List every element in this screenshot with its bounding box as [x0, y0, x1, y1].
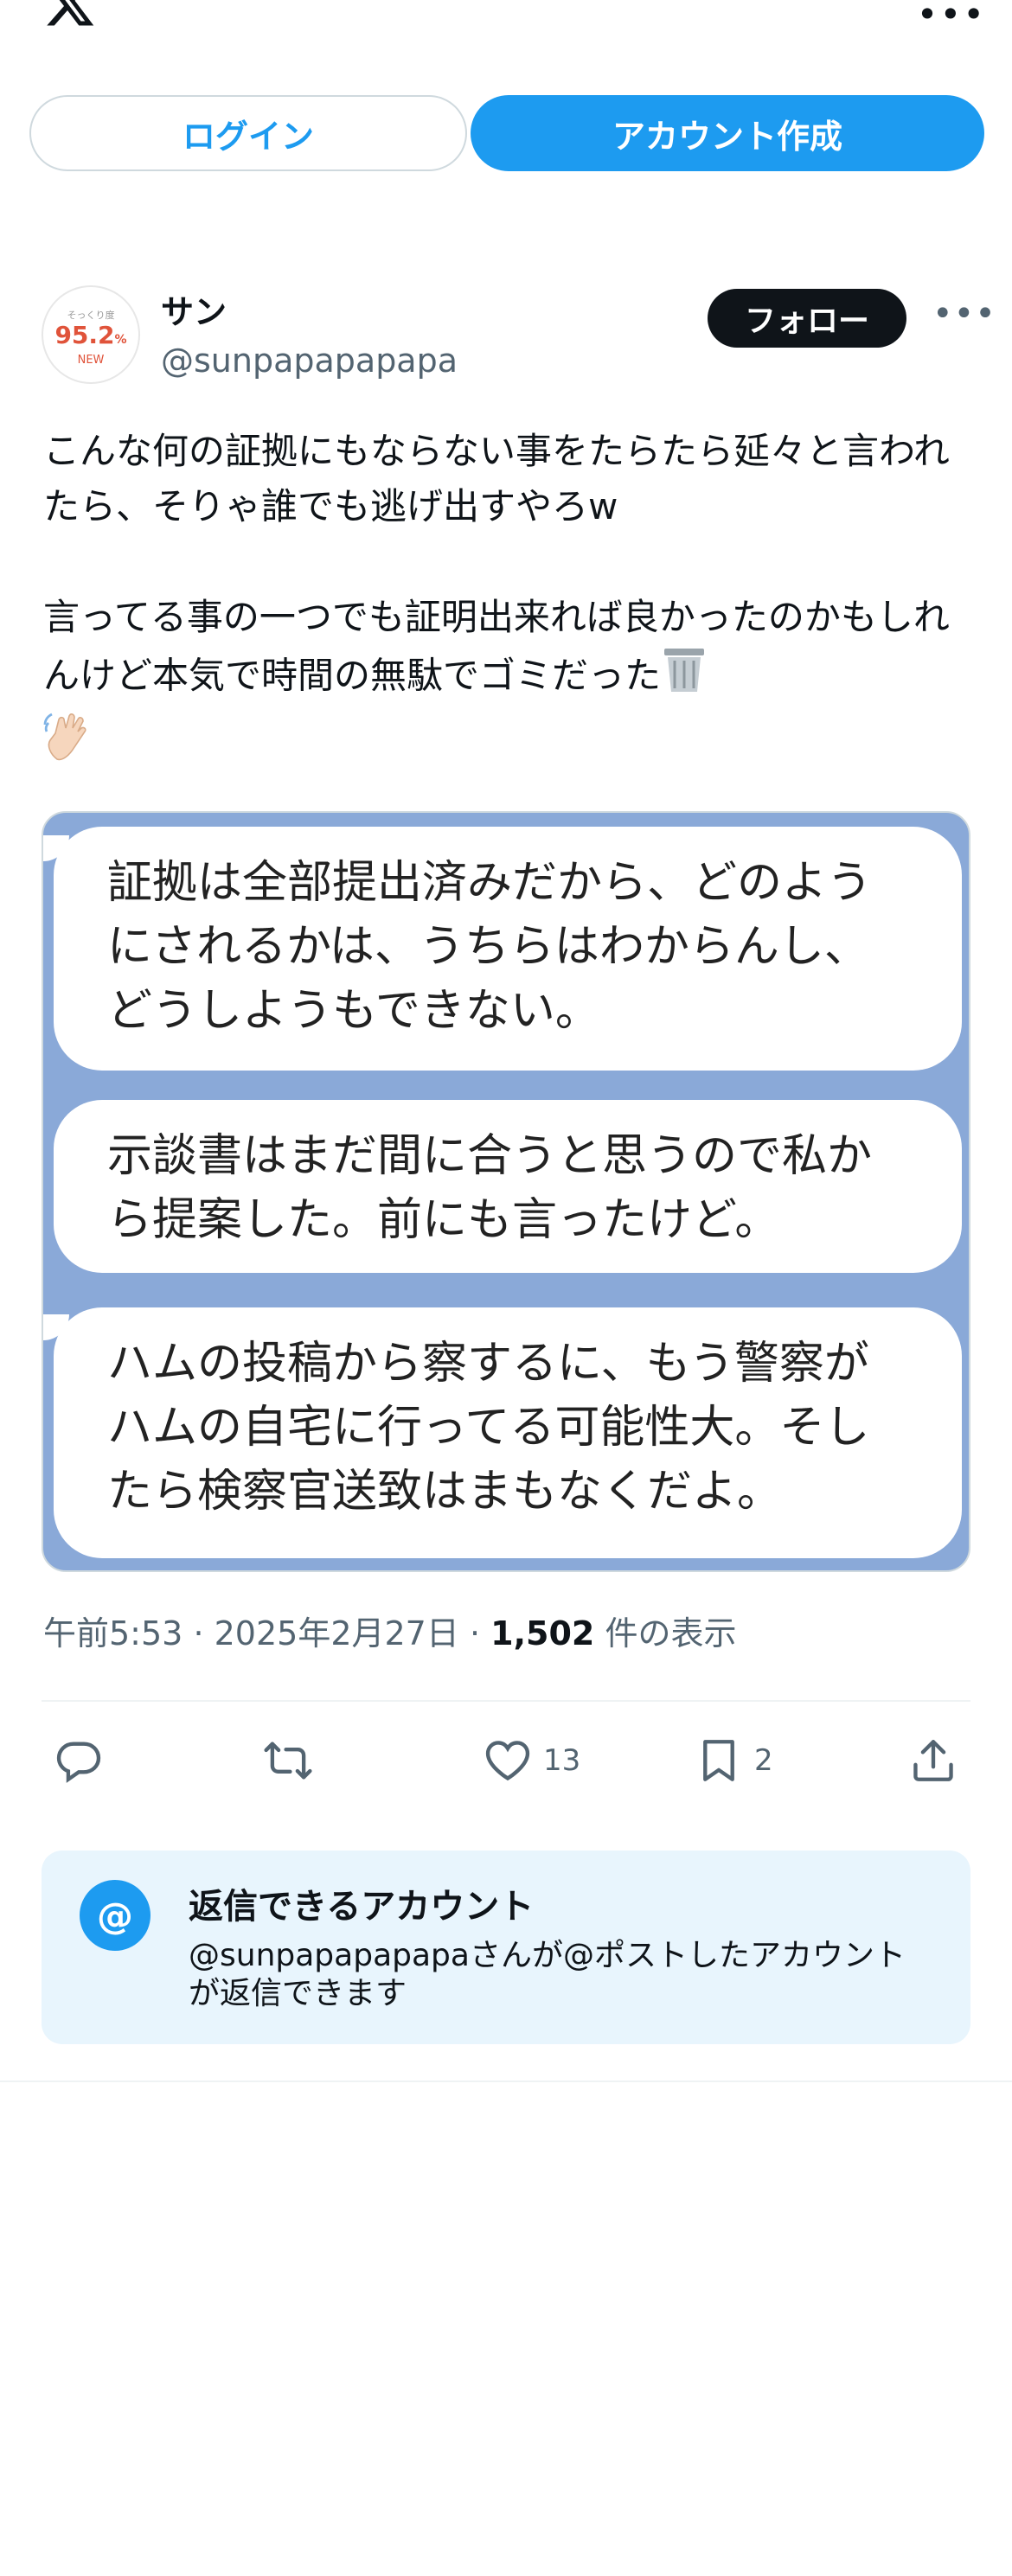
views-label: 件の表示 [605, 1614, 737, 1652]
avatar[interactable]: そっくり度 95.2% NEW [42, 285, 140, 384]
at-icon: @ [80, 1880, 151, 1951]
reply-icon [56, 1742, 101, 1783]
login-button[interactable]: ログイン [29, 95, 467, 171]
post-more-icon[interactable]: ••• [932, 294, 996, 334]
bookmark-icon [703, 1740, 734, 1781]
wastebasket-icon [661, 645, 708, 711]
follow-button[interactable]: フォロー [708, 289, 906, 348]
more-horizontal-icon[interactable]: ••• [917, 0, 986, 35]
like-count: 13 [543, 1743, 581, 1778]
post-text: こんな何の証拠にもならない事をたらたら延々と言われたら、そりゃ誰でも逃げ出すやろ… [43, 424, 977, 778]
avatar-caption: そっくり度 [67, 310, 115, 321]
x-logo-icon[interactable] [40, 0, 100, 29]
avatar-new-label: NEW [77, 354, 105, 367]
meta-separator: · [193, 1614, 204, 1652]
meta-separator: · [469, 1614, 481, 1652]
reply-settings-title: 返信できるアカウント [189, 1887, 535, 1927]
chat-bubble: 示談書はまだ間に合うと思うので私から提案した。前にも言ったけど。 [54, 1100, 962, 1273]
chat-bubble: ハムの投稿から察するに、もう警察がハムの自宅に行ってる可能性大。そしたら検察官送… [54, 1307, 962, 1558]
post-text-para1: こんな何の証拠にもならない事をたらたら延々と言われたら、そりゃ誰でも逃げ出すやろ… [43, 430, 950, 527]
repost-icon [264, 1742, 312, 1780]
repost-button[interactable] [263, 1735, 313, 1787]
avatar-percent-value: 95.2 [54, 321, 115, 349]
divider [0, 2081, 1012, 2082]
author-handle[interactable]: @sunpapapapapa [161, 342, 458, 380]
bookmark-button[interactable]: 2 [694, 1735, 773, 1787]
avatar-percent: 95.2% [43, 322, 138, 354]
author-name[interactable]: サン [161, 285, 227, 333]
chat-bubble: 証拠は全部提出済みだから、どのようにされるかは、うちらはわからんし、どうしようも… [54, 827, 962, 1071]
like-button[interactable]: 13 [483, 1735, 580, 1787]
post-text-para2: 言ってる事の一つでも証明出来れば良かったのかもしれんけど本気で時間の無駄でゴミだ… [43, 596, 950, 697]
post-image[interactable]: 証拠は全部提出済みだから、どのようにされるかは、うちらはわからんし、どうしようも… [42, 811, 970, 1572]
share-icon [913, 1740, 953, 1781]
create-account-button[interactable]: アカウント作成 [471, 95, 984, 171]
divider [42, 1700, 970, 1702]
bookmark-count: 2 [754, 1743, 773, 1778]
avatar-percent-unit: % [114, 333, 127, 347]
views-count: 1,502 [490, 1614, 595, 1652]
waving-hand-icon [43, 711, 93, 778]
heart-icon [485, 1741, 530, 1781]
post-meta: 午前5:53 · 2025年2月27日 · 1,502 件の表示 [43, 1607, 736, 1654]
reply-button[interactable] [54, 1735, 104, 1787]
reply-settings-box: @ 返信できるアカウント @sunpapapapapaさんが@ポストしたアカウン… [42, 1851, 970, 2044]
reply-settings-description: @sunpapapapapaさんが@ポストしたアカウントが返信できます [189, 1938, 906, 2011]
share-button[interactable] [908, 1735, 958, 1787]
post-date[interactable]: 2025年2月27日 [215, 1614, 459, 1652]
post-time[interactable]: 午前5:53 [43, 1614, 183, 1652]
